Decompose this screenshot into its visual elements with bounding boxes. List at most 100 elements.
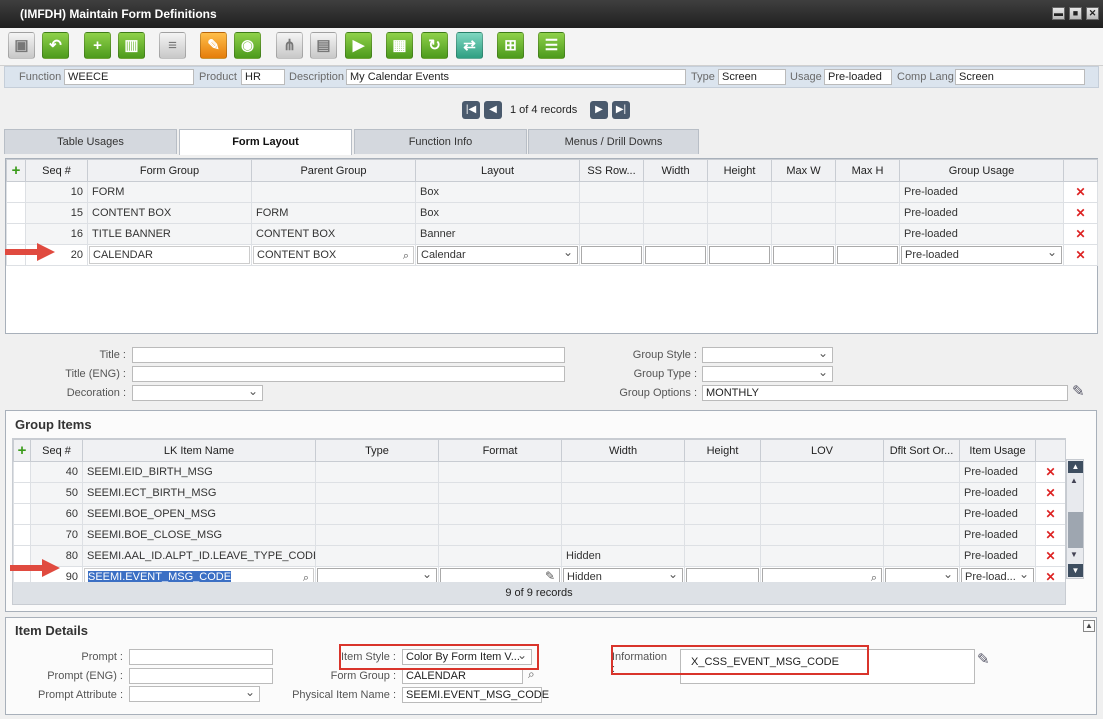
table-row[interactable]: 80 SEEMI.AAL_ID.ALPT_ID.LEAVE_TYPE_CODE Hi… xyxy=(13,545,1065,567)
col-height[interactable]: Height xyxy=(684,439,761,462)
add-item-icon[interactable]: + xyxy=(13,439,31,462)
export-icon[interactable]: ⊞ xyxy=(497,32,524,59)
item-usage-cell[interactable]: Pre-loaded xyxy=(959,461,1036,483)
group-usage-cell[interactable]: Pre-loaded xyxy=(899,202,1064,224)
minimize-icon[interactable]: ▬ xyxy=(1052,7,1065,20)
col-width[interactable]: Width xyxy=(561,439,685,462)
col-width[interactable]: Width xyxy=(643,159,708,182)
width-input[interactable] xyxy=(645,246,706,264)
document-icon[interactable]: ▤ xyxy=(310,32,337,59)
usage-field[interactable]: Pre-loaded xyxy=(824,69,892,85)
layout-cell[interactable]: Box xyxy=(415,202,580,224)
window-icon[interactable]: ☰ xyxy=(538,32,565,59)
col-layout[interactable]: Layout xyxy=(415,159,580,182)
report-icon[interactable]: ▦ xyxy=(386,32,413,59)
table-row[interactable]: 70 SEEMI.BOE_CLOSE_MSG Pre-loaded ✕ xyxy=(13,524,1065,546)
parent-group-lookup[interactable]: CONTENT BOX ⌕ xyxy=(253,246,414,264)
close-icon[interactable]: ✕ xyxy=(1086,7,1099,20)
form-group-cell[interactable]: TITLE BANNER xyxy=(87,223,252,245)
item-name-cell[interactable]: SEEMI.BOE_CLOSE_MSG xyxy=(82,524,316,546)
col-seq[interactable]: Seq # xyxy=(25,159,88,182)
seq-cell[interactable]: 16 xyxy=(25,223,88,245)
product-field[interactable]: HR xyxy=(241,69,285,85)
undo-icon[interactable]: ↶ xyxy=(42,32,69,59)
height-input[interactable] xyxy=(709,246,770,264)
ss-row-input[interactable] xyxy=(581,246,642,264)
group-usage-cell[interactable]: Pre-loaded xyxy=(899,181,1064,203)
function-field[interactable]: WEECE xyxy=(64,69,194,85)
width-cell[interactable]: Hidden xyxy=(561,545,685,567)
prompt-eng-field[interactable] xyxy=(129,668,273,684)
refresh-icon[interactable]: ↻ xyxy=(421,32,448,59)
search-icon[interactable]: ⌕ xyxy=(403,248,409,263)
title-eng-field[interactable] xyxy=(132,366,565,382)
col-format[interactable]: Format xyxy=(438,439,562,462)
tab-form-layout[interactable]: Form Layout xyxy=(179,129,352,155)
width-cell[interactable] xyxy=(561,461,685,483)
complang-field[interactable]: Screen xyxy=(955,69,1085,85)
max-h-input[interactable] xyxy=(837,246,898,264)
col-parent-group[interactable]: Parent Group xyxy=(251,159,416,182)
layout-cell[interactable]: Banner xyxy=(415,223,580,245)
col-type[interactable]: Type xyxy=(315,439,439,462)
table-row[interactable]: 10 FORM Box Pre-loaded ✕ xyxy=(6,181,1098,203)
parent-group-cell[interactable]: FORM xyxy=(251,202,416,224)
group-style-select[interactable] xyxy=(702,346,833,363)
collapse-icon[interactable]: ▲ xyxy=(1083,620,1095,632)
view-icon[interactable]: ◉ xyxy=(234,32,261,59)
delete-row-icon[interactable]: ✕ xyxy=(1035,503,1065,525)
group-usage-cell[interactable]: Pre-loaded xyxy=(899,223,1064,245)
edit-icon[interactable]: ✎ xyxy=(977,650,990,668)
scroll-thumb[interactable] xyxy=(1068,512,1083,548)
tab-function-info[interactable]: Function Info xyxy=(354,129,527,154)
col-item-usage[interactable]: Item Usage xyxy=(959,439,1036,462)
item-name-cell[interactable]: SEEMI.AAL_ID.ALPT_ID.LEAVE_TYPE_CODE xyxy=(82,545,316,567)
add-icon[interactable]: + xyxy=(84,32,111,59)
group-options-field[interactable]: MONTHLY xyxy=(702,385,1068,401)
decoration-select[interactable] xyxy=(132,384,263,401)
items-scrollbar[interactable]: ▲ ▲ ▼ ▼ xyxy=(1066,459,1084,579)
col-height[interactable]: Height xyxy=(707,159,772,182)
width-cell[interactable] xyxy=(561,524,685,546)
col-ss-row[interactable]: SS Row... xyxy=(579,159,644,182)
form-group-field[interactable]: CALENDAR xyxy=(402,668,523,684)
parent-group-cell[interactable] xyxy=(251,181,416,203)
prompt-field[interactable] xyxy=(129,649,273,665)
table-row[interactable]: 40 SEEMI.EID_BIRTH_MSG Pre-loaded ✕ xyxy=(13,461,1065,483)
seq-cell[interactable]: 50 xyxy=(30,482,83,504)
delete-row-icon[interactable]: ✕ xyxy=(1063,244,1098,266)
scroll-bottom-icon[interactable]: ▼ xyxy=(1068,564,1083,577)
table-row[interactable]: 16 TITLE BANNER CONTENT BOX Banner Pre-loade… xyxy=(6,223,1098,245)
group-type-select[interactable] xyxy=(702,365,833,382)
col-form-group[interactable]: Form Group xyxy=(87,159,252,182)
delete-row-icon[interactable]: ✕ xyxy=(1063,223,1098,245)
col-lov[interactable]: LOV xyxy=(760,439,884,462)
scroll-up-icon[interactable]: ▲ xyxy=(1070,476,1078,485)
width-cell[interactable] xyxy=(561,503,685,525)
seq-cell[interactable]: 15 xyxy=(25,202,88,224)
seq-cell[interactable]: 40 xyxy=(30,461,83,483)
col-lk-item-name[interactable]: LK Item Name xyxy=(82,439,316,462)
table-row[interactable]: 50 SEEMI.ECT_BIRTH_MSG Pre-loaded ✕ xyxy=(13,482,1065,504)
delete-row-icon[interactable]: ✕ xyxy=(1035,545,1065,567)
table-row[interactable]: 60 SEEMI.BOE_OPEN_MSG Pre-loaded ✕ xyxy=(13,503,1065,525)
hierarchy-icon[interactable]: ⋔ xyxy=(276,32,303,59)
physical-item-field[interactable]: SEEMI.EVENT_MSG_CODE xyxy=(402,687,549,703)
seq-cell[interactable]: 10 xyxy=(25,181,88,203)
col-max-w[interactable]: Max W xyxy=(771,159,836,182)
scroll-top-icon[interactable]: ▲ xyxy=(1068,461,1083,473)
scroll-down-icon[interactable]: ▼ xyxy=(1070,550,1078,559)
delete-row-icon[interactable]: ✕ xyxy=(1063,202,1098,224)
link-icon[interactable]: ⇄ xyxy=(456,32,483,59)
form-group-cell[interactable]: FORM xyxy=(87,181,252,203)
tools-icon[interactable]: ✎ xyxy=(200,32,227,59)
item-name-cell[interactable]: SEEMI.BOE_OPEN_MSG xyxy=(82,503,316,525)
group-usage-select[interactable]: Pre-loaded xyxy=(901,246,1062,264)
item-usage-cell[interactable]: Pre-loaded xyxy=(959,482,1036,504)
delete-row-icon[interactable]: ✕ xyxy=(1035,524,1065,546)
type-field[interactable]: Screen xyxy=(718,69,786,85)
table-row-selected[interactable]: 20 CALENDAR CONTENT BOX⌕ Calendar Pre-lo… xyxy=(6,244,1098,266)
prev-record-icon[interactable]: ◀ xyxy=(484,101,502,119)
form-group-input[interactable]: CALENDAR xyxy=(89,246,250,264)
last-record-icon[interactable]: ▶| xyxy=(612,101,630,119)
